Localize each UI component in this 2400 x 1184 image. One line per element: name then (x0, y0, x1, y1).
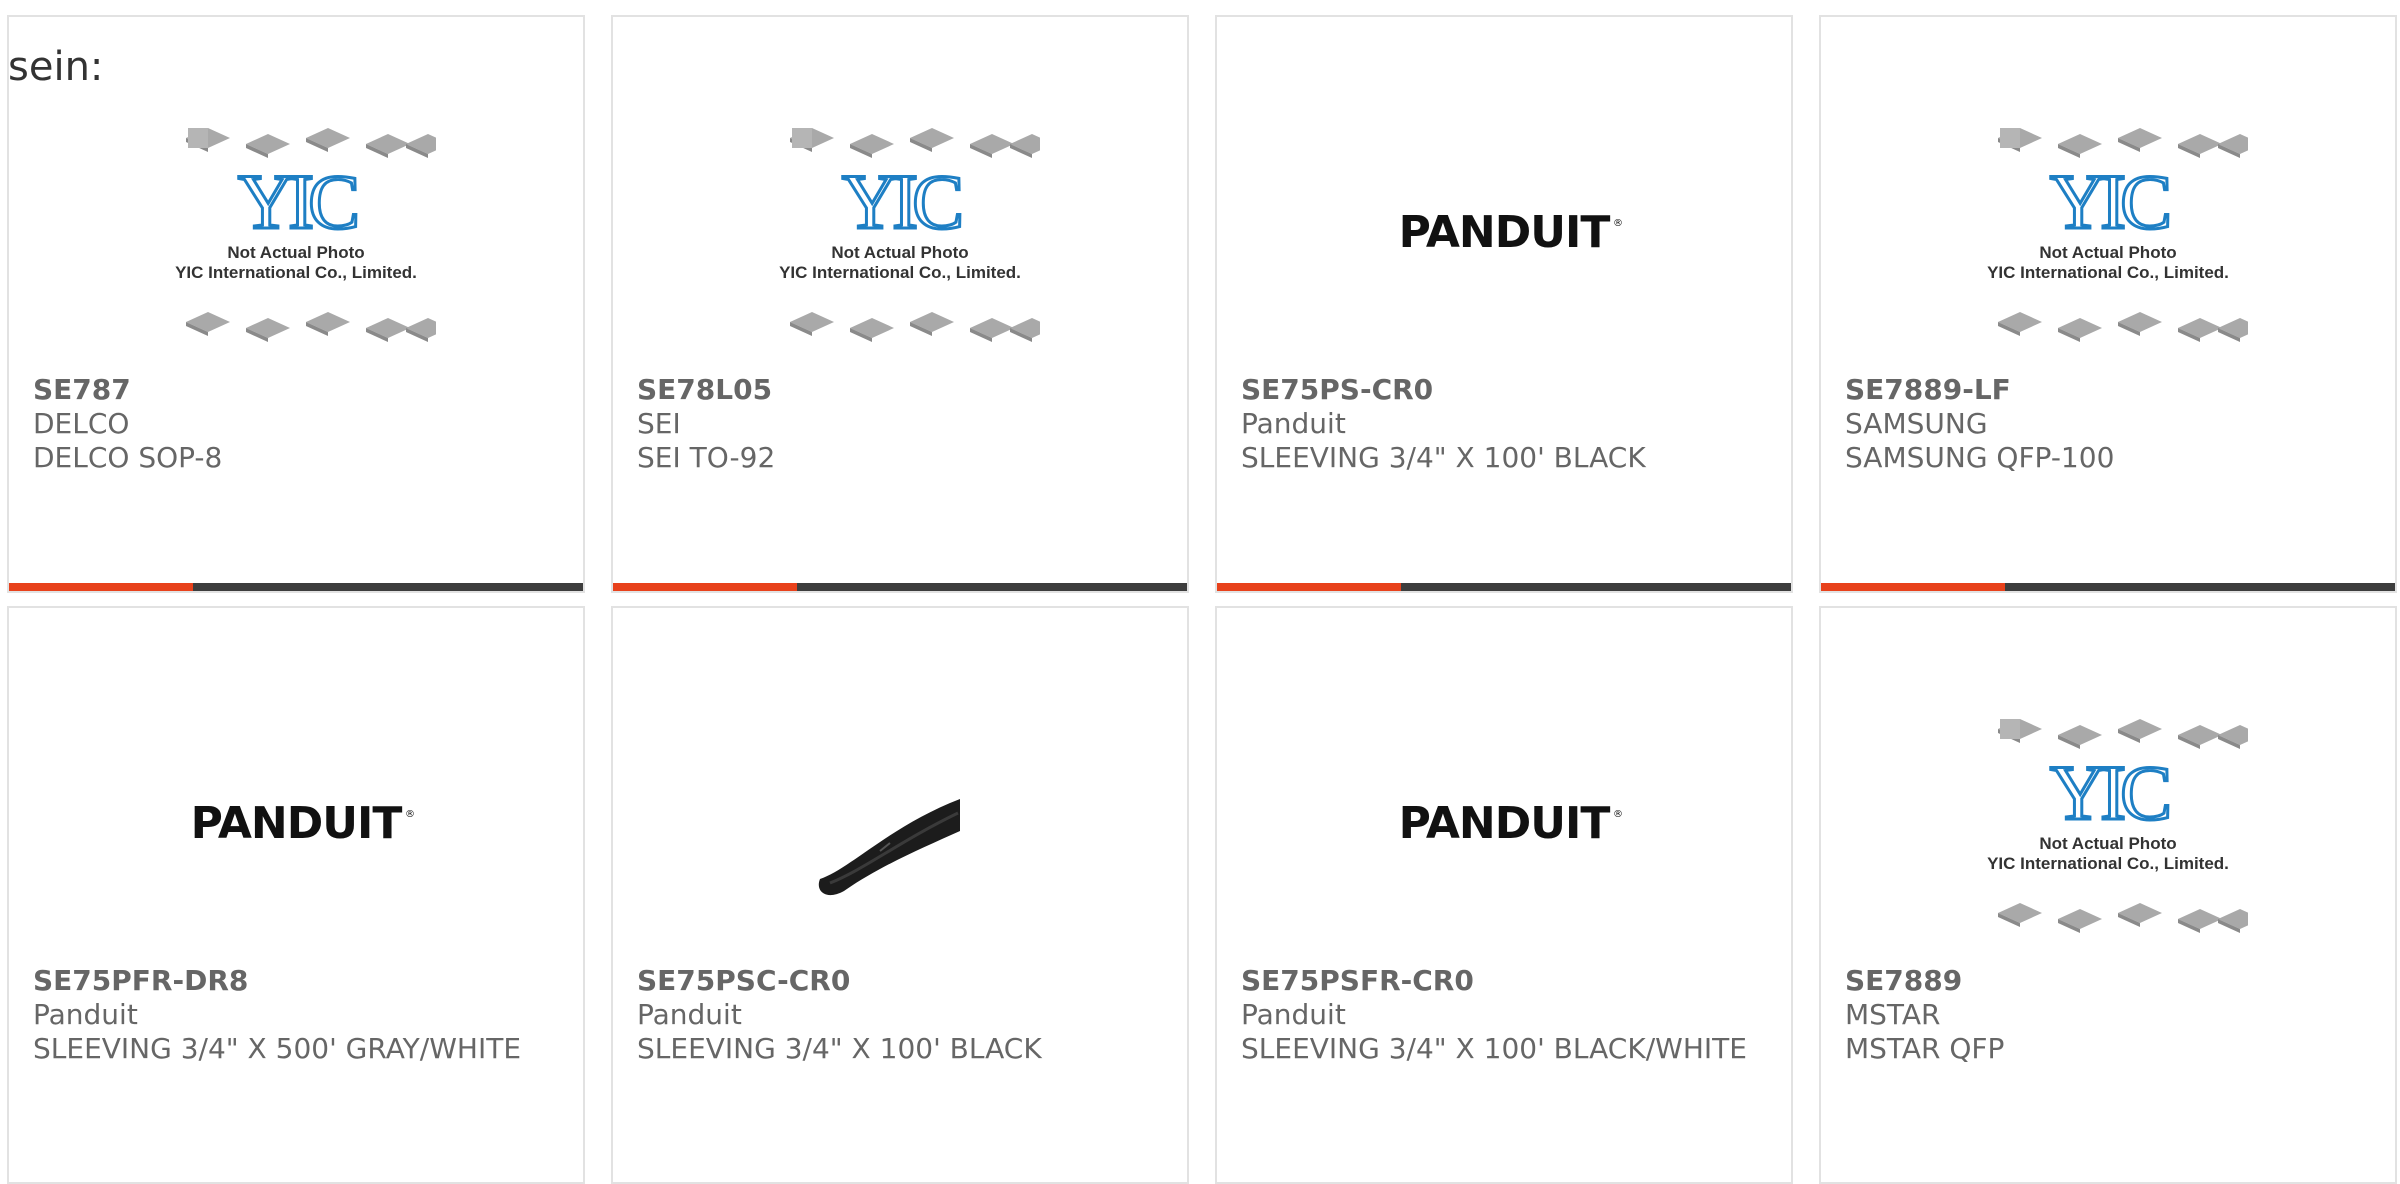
svg-text:YIC: YIC (2050, 749, 2168, 836)
product-image: PANDUIT ® (1364, 701, 1644, 951)
manufacturer-name: DELCO (33, 407, 130, 440)
manufacturer-name: Panduit (637, 998, 742, 1031)
product-card[interactable]: YIC Not Actual Photo YIC International C… (7, 15, 585, 593)
product-image: YIC Not Actual Photo YIC International C… (760, 110, 1040, 360)
product-description: SLEEVING 3/4" X 100' BLACK (637, 1032, 1042, 1065)
svg-text:YIC International Co., Limited: YIC International Co., Limited. (175, 263, 417, 282)
part-number-link[interactable]: SE7889 (1845, 964, 2371, 998)
card-bottom-bar (1821, 583, 2395, 591)
intro-text: sein: (8, 44, 104, 90)
panduit-logo-icon: PANDUIT ® (1399, 798, 1623, 849)
product-image (760, 701, 1040, 951)
product-card[interactable]: YIC Not Actual Photo YIC International C… (611, 15, 1189, 593)
product-card[interactable]: YIC Not Actual Photo YIC International C… (1819, 15, 2397, 593)
card-bottom-bar (613, 583, 1187, 591)
product-image: PANDUIT ® (1364, 110, 1644, 360)
svg-text:YIC International Co., Limited: YIC International Co., Limited. (779, 263, 1021, 282)
manufacturer-name: SAMSUNG (1845, 407, 1988, 440)
product-card[interactable]: PANDUIT ® SE75PFR-DR8 Panduit SLEEVING 3… (7, 606, 585, 1184)
product-description: SLEEVING 3/4" X 100' BLACK (1241, 441, 1646, 474)
part-number-link[interactable]: SE75PSFR-CR0 (1241, 964, 1767, 998)
svg-text:Not Actual Photo: Not Actual Photo (2039, 243, 2176, 262)
manufacturer-name: Panduit (1241, 407, 1346, 440)
card-bottom-bar (9, 583, 583, 591)
yic-placeholder-icon: YIC Not Actual Photo YIC International C… (175, 128, 436, 342)
part-number-link[interactable]: SE75PSC-CR0 (637, 964, 1163, 998)
svg-text:®: ® (405, 809, 415, 820)
svg-text:Not Actual Photo: Not Actual Photo (831, 243, 968, 262)
card-bottom-bar (1217, 583, 1791, 591)
svg-text:YIC International Co., Limited: YIC International Co., Limited. (1987, 263, 2229, 282)
svg-text:YIC: YIC (238, 158, 356, 245)
svg-text:Not Actual Photo: Not Actual Photo (227, 243, 364, 262)
product-image: PANDUIT ® (156, 701, 436, 951)
product-image: YIC Not Actual Photo YIC International C… (156, 110, 436, 360)
part-number-link[interactable]: SE7889-LF (1845, 373, 2371, 407)
svg-text:YIC: YIC (842, 158, 960, 245)
svg-text:®: ® (1613, 809, 1623, 820)
panduit-logo-icon: PANDUIT ® (191, 798, 415, 849)
svg-text:®: ® (1613, 218, 1623, 229)
product-description: SAMSUNG QFP-100 (1845, 441, 2115, 474)
svg-text:YIC International Co., Limited: YIC International Co., Limited. (1987, 854, 2229, 873)
product-description: SEI TO-92 (637, 441, 776, 474)
svg-text:PANDUIT: PANDUIT (191, 798, 403, 849)
manufacturer-name: MSTAR (1845, 998, 1941, 1031)
yic-placeholder-icon: YIC Not Actual Photo YIC International C… (779, 128, 1040, 342)
manufacturer-name: Panduit (33, 998, 138, 1031)
part-number-link[interactable]: SE75PFR-DR8 (33, 964, 559, 998)
svg-text:Not Actual Photo: Not Actual Photo (2039, 834, 2176, 853)
svg-text:PANDUIT: PANDUIT (1399, 798, 1611, 849)
panduit-logo-icon: PANDUIT ® (1399, 207, 1623, 258)
manufacturer-name: SEI (637, 407, 681, 440)
product-card[interactable]: SE75PSC-CR0 Panduit SLEEVING 3/4" X 100'… (611, 606, 1189, 1184)
part-number-link[interactable]: SE78L05 (637, 373, 1163, 407)
yic-placeholder-icon: YIC Not Actual Photo YIC International C… (1987, 719, 2248, 933)
black-sleeving-icon (818, 799, 960, 896)
product-description: DELCO SOP-8 (33, 441, 223, 474)
product-card[interactable]: PANDUIT ® SE75PS-CR0 Panduit SLEEVING 3/… (1215, 15, 1793, 593)
product-description: SLEEVING 3/4" X 100' BLACK/WHITE (1241, 1032, 1747, 1065)
product-image: YIC Not Actual Photo YIC International C… (1968, 701, 2248, 951)
product-card[interactable]: PANDUIT ® SE75PSFR-CR0 Panduit SLEEVING … (1215, 606, 1793, 1184)
part-number-link[interactable]: SE787 (33, 373, 559, 407)
product-image: YIC Not Actual Photo YIC International C… (1968, 110, 2248, 360)
product-description: MSTAR QFP (1845, 1032, 2005, 1065)
part-number-link[interactable]: SE75PS-CR0 (1241, 373, 1767, 407)
product-description: SLEEVING 3/4" X 500' GRAY/WHITE (33, 1032, 522, 1065)
svg-text:PANDUIT: PANDUIT (1399, 207, 1611, 258)
yic-placeholder-icon: YIC Not Actual Photo YIC International C… (1987, 128, 2248, 342)
svg-text:YIC: YIC (2050, 158, 2168, 245)
manufacturer-name: Panduit (1241, 998, 1346, 1031)
product-card[interactable]: YIC Not Actual Photo YIC International C… (1819, 606, 2397, 1184)
